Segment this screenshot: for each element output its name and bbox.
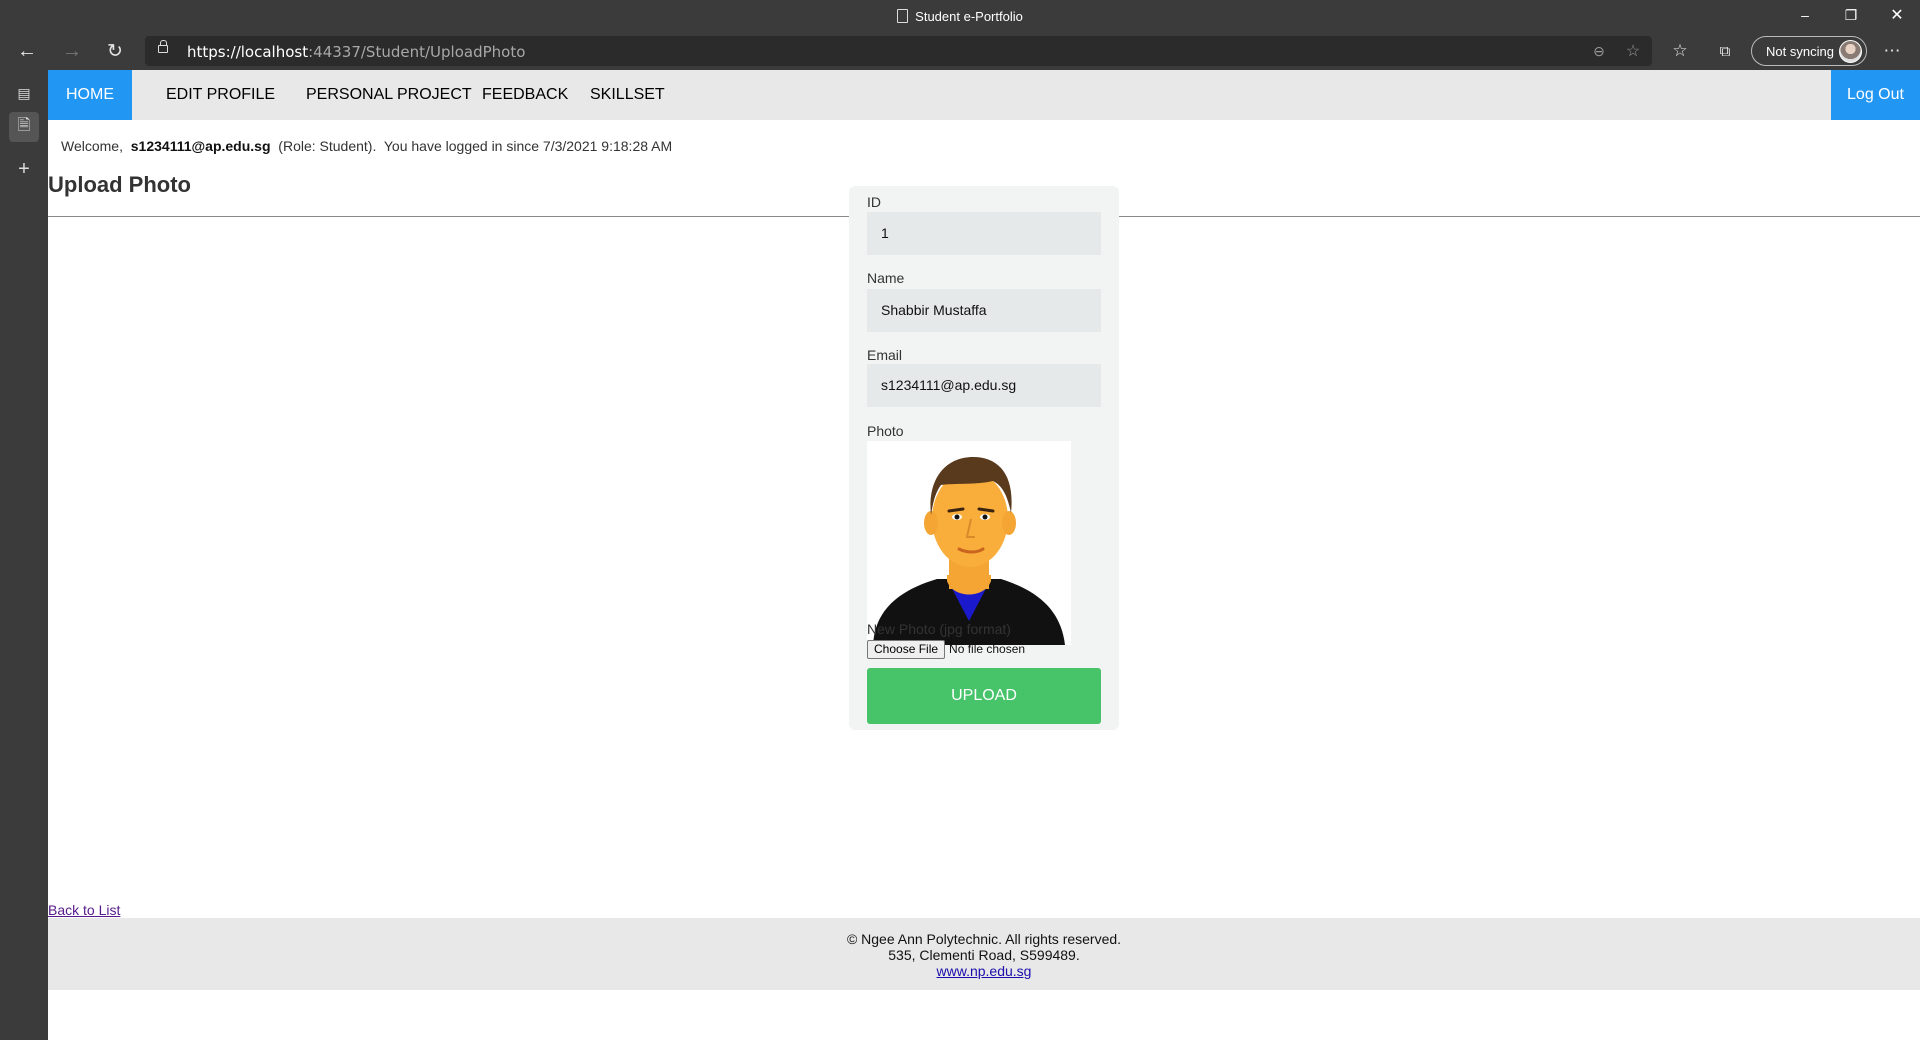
add-favorite-icon[interactable]: ☆ [1621, 40, 1645, 62]
page-title: Upload Photo [48, 172, 191, 197]
nav-home[interactable]: HOME [48, 70, 132, 120]
id-field[interactable]: 1 [867, 212, 1101, 255]
top-navigation: HOME EDIT PROFILE PERSONAL PROJECT FEEDB… [48, 70, 1920, 120]
back-to-list-link[interactable]: Back to List [48, 902, 120, 918]
back-arrow-icon[interactable]: ← [12, 36, 42, 66]
url-host: https://localhost [187, 43, 309, 61]
email-label: Email [867, 347, 903, 363]
browser-toolbar: ← → ↻ https://localhost:44337/Student/Up… [0, 32, 1920, 70]
nav-edit-profile[interactable]: EDIT PROFILE [148, 70, 293, 120]
zoom-out-icon[interactable]: ⊖ [1587, 40, 1611, 62]
upload-button[interactable]: UPLOAD [867, 668, 1101, 724]
footer-website-link[interactable]: www.np.edu.sg [937, 963, 1032, 979]
file-status: No file chosen [949, 642, 1026, 656]
collections-icon[interactable]: ⧉ [1710, 36, 1740, 66]
page-icon [897, 9, 909, 23]
address-bar[interactable]: https://localhost:44337/Student/UploadPh… [145, 36, 1652, 66]
sync-label: Not syncing [1766, 44, 1834, 59]
refresh-icon[interactable]: ↻ [100, 36, 130, 66]
name-field[interactable]: Shabbir Mustaffa [867, 289, 1101, 332]
restore-icon[interactable]: ❐ [1828, 0, 1874, 30]
minimize-icon[interactable]: – [1782, 0, 1828, 30]
id-label: ID [867, 194, 881, 210]
upload-photo-form: ID 1 Name Shabbir Mustaffa Email s123411… [849, 186, 1119, 730]
nav-skillset[interactable]: SKILLSET [572, 70, 683, 120]
new-tab-icon[interactable]: + [9, 154, 39, 184]
welcome-suffix: (Role: Student). You have logged in sinc… [278, 138, 673, 154]
page-content: HOME EDIT PROFILE PERSONAL PROJECT FEEDB… [48, 70, 1920, 1040]
choose-file-button[interactable]: Choose File [867, 640, 946, 659]
email-field[interactable]: s1234111@ap.edu.sg [867, 364, 1101, 407]
logout-button[interactable]: Log Out [1831, 70, 1920, 120]
footer-copyright: © Ngee Ann Polytechnic. All rights reser… [846, 931, 1122, 947]
nav-personal-project[interactable]: PERSONAL PROJECT [288, 70, 490, 120]
lock-icon[interactable] [158, 40, 168, 53]
welcome-email: s1234111@ap.edu.sg [130, 138, 271, 154]
student-photo [867, 441, 1071, 645]
footer: © Ngee Ann Polytechnic. All rights reser… [48, 918, 1920, 990]
browser-titlebar: Student e-Portfolio – ❐ ✕ [0, 0, 1920, 32]
current-tab-icon[interactable]: 🗎 [9, 112, 39, 142]
name-label: Name [867, 270, 905, 286]
nav-feedback[interactable]: FEEDBACK [464, 70, 586, 120]
forward-arrow-icon[interactable]: → [57, 36, 87, 66]
close-icon[interactable]: ✕ [1874, 0, 1920, 30]
photo-label: Photo [867, 423, 904, 439]
footer-address: 535, Clementi Road, S599489. [888, 947, 1080, 963]
welcome-prefix: Welcome, [61, 138, 123, 154]
sync-button[interactable]: Not syncing [1751, 36, 1867, 66]
url-text[interactable]: https://localhost:44337/Student/UploadPh… [187, 43, 525, 61]
footer-link-row: www.np.edu.sg [48, 963, 1920, 979]
more-options-icon[interactable]: ⋯ [1877, 36, 1907, 66]
welcome-message: Welcome, s1234111@ap.edu.sg (Role: Stude… [61, 138, 672, 154]
url-path: :44337/Student/UploadPhoto [308, 43, 526, 61]
tab-actions-icon[interactable]: ▤ [9, 78, 39, 108]
window-title-text: Student e-Portfolio [915, 9, 1023, 24]
new-photo-label: New Photo (jpg format) [867, 621, 1011, 637]
favorites-icon[interactable]: ☆ [1665, 36, 1695, 66]
profile-avatar [1839, 40, 1862, 63]
vertical-tabs-sidebar: ▤ 🗎 + [0, 70, 48, 1040]
file-input: Choose File No file chosen [867, 640, 1025, 660]
window-title: Student e-Portfolio [0, 9, 1920, 24]
